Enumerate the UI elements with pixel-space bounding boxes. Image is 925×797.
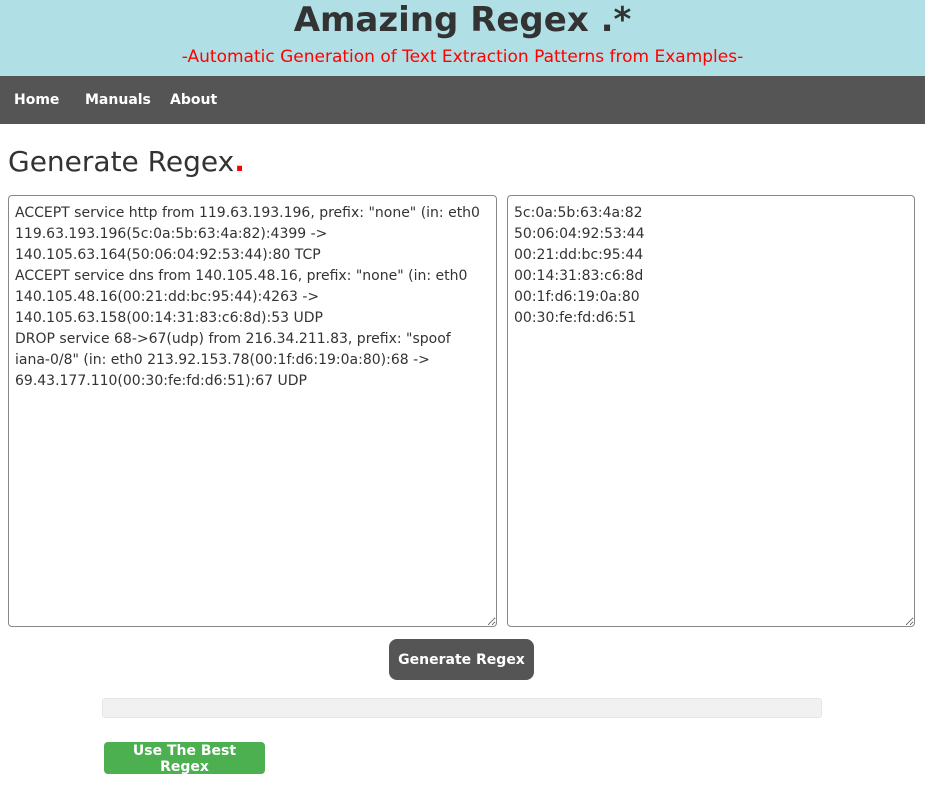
nav-about-link[interactable]: About	[170, 76, 217, 124]
generate-regex-button[interactable]: Generate Regex	[389, 639, 534, 680]
page-title-text: Generate Regex	[8, 145, 235, 178]
site-subtitle: -Automatic Generation of Text Extraction…	[181, 47, 744, 67]
progress-bar	[102, 698, 822, 718]
page-title: Generate Regex.	[8, 144, 245, 180]
source-text-input[interactable]: ACCEPT service http from 119.63.193.196,…	[8, 195, 497, 627]
site-header: Amazing Regex .* -Automatic Generation o…	[0, 0, 925, 76]
use-best-regex-button[interactable]: Use The Best Regex	[104, 742, 265, 775]
top-navbar: Home Manuals About	[0, 76, 925, 124]
nav-home-link[interactable]: Home	[14, 76, 59, 124]
page-title-dot: .	[234, 145, 245, 178]
nav-manuals-link[interactable]: Manuals	[85, 76, 151, 124]
target-extractions-input[interactable]: 5c:0a:5b:63:4a:82 50:06:04:92:53:44 00:2…	[507, 195, 915, 627]
site-title: Amazing Regex .*	[293, 0, 632, 40]
